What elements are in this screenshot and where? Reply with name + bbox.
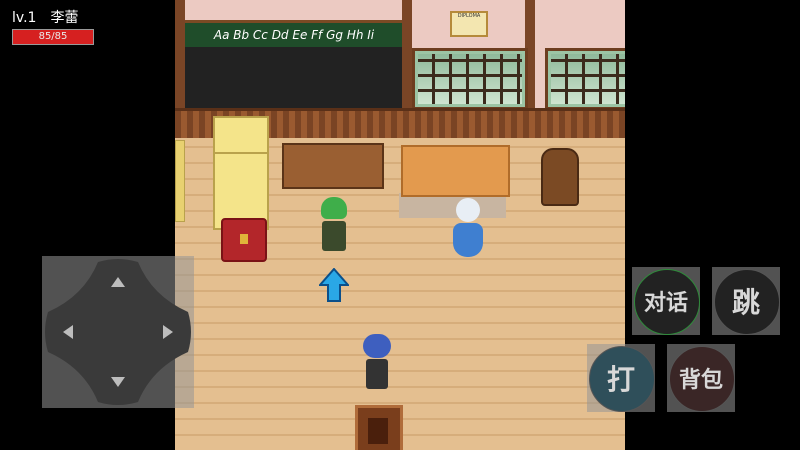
hp-bar: 85/85 [12, 29, 94, 45]
classroom-wall: Aa Bb Cc Dd Ee Ff Gg Hh Ii DIPLOMA [175, 0, 625, 138]
dpad-left-button[interactable] [54, 317, 84, 347]
npc-white-haired-girl[interactable] [452, 198, 484, 258]
fridge [213, 116, 269, 230]
chalkboard: Aa Bb Cc Dd Ee Ff Gg Hh Ii [180, 20, 408, 114]
hp-text: 85/85 [38, 31, 68, 42]
jump-button[interactable]: 跳 [712, 267, 780, 335]
window [412, 48, 528, 110]
cabinet [175, 140, 185, 222]
npc-green-haired-student[interactable] [317, 197, 351, 255]
player-level: lv.1 [12, 10, 37, 26]
attack-button-label: 打 [606, 363, 635, 396]
diploma-frame: DIPLOMA [450, 11, 488, 37]
player-status-hud: lv.1 李蕾 85/85 [12, 10, 94, 45]
window [545, 48, 625, 110]
attack-button[interactable]: 打 [587, 344, 655, 412]
talk-button[interactable]: 对话 [632, 267, 700, 335]
arrow-right-icon [163, 325, 173, 339]
arrow-up-icon [111, 277, 125, 287]
player-character [361, 334, 393, 392]
treasure-chest[interactable] [221, 218, 267, 262]
alphabet-strip: Aa Bb Cc Dd Ee Ff Gg Hh Ii [183, 23, 405, 47]
arrow-down-icon [111, 377, 125, 387]
wooden-chair [541, 148, 579, 206]
player-name: 李蕾 [50, 10, 79, 26]
bag-button-label: 背包 [678, 368, 723, 393]
dpad-down-button[interactable] [103, 366, 133, 396]
wooden-table [282, 143, 384, 189]
talk-button-label: 对话 [643, 291, 688, 316]
diploma-text: DIPLOMA [457, 13, 481, 19]
dpad[interactable] [42, 256, 194, 408]
bag-button[interactable]: 背包 [667, 344, 735, 412]
arrow-left-icon [63, 325, 73, 339]
dpad-right-button[interactable] [152, 317, 182, 347]
teacher-desk [401, 145, 510, 197]
quest-arrow-icon [319, 268, 349, 302]
jump-button-label: 跳 [731, 286, 760, 319]
game-scene[interactable]: Aa Bb Cc Dd Ee Ff Gg Hh Ii DIPLOMA [175, 0, 625, 450]
trapdoor-exit[interactable] [355, 405, 403, 450]
dpad-up-button[interactable] [103, 268, 133, 298]
